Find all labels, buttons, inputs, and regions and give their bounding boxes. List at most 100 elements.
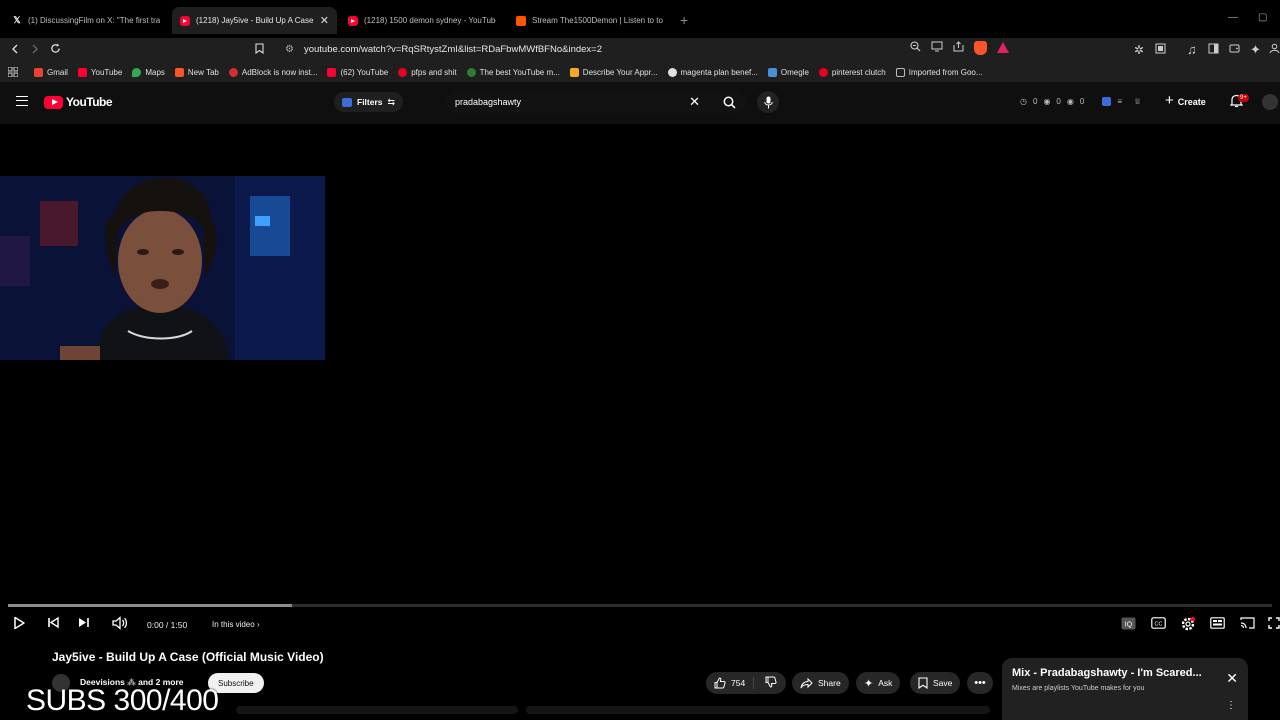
- like-button[interactable]: 754: [714, 677, 755, 689]
- clear-search-icon[interactable]: ✕: [689, 94, 700, 110]
- forward-icon[interactable]: [30, 41, 40, 59]
- url-text: youtube.com/watch?v=RqSRtystZmI&list=RDa…: [303, 44, 603, 55]
- browser-tab-3[interactable]: (1218) 1500 demon sydney - YouTube: [340, 7, 504, 34]
- next-button[interactable]: [77, 616, 90, 629]
- microphone-icon: [763, 96, 773, 108]
- captions-button[interactable]: CC: [1151, 617, 1166, 629]
- install-app-icon[interactable]: [931, 41, 943, 55]
- in-this-video-button[interactable]: In this video ›: [212, 620, 260, 629]
- minimize-icon[interactable]: —: [1228, 12, 1238, 23]
- google-icon: [667, 67, 677, 77]
- create-button[interactable]: + Create: [1165, 92, 1206, 109]
- bookmark-pinterest[interactable]: pinterest clutch: [818, 67, 886, 77]
- bookmark-maps[interactable]: Maps: [132, 67, 165, 77]
- iq-ext-button[interactable]: IQ: [1121, 617, 1136, 630]
- share-page-icon[interactable]: [953, 41, 964, 55]
- bookmark-magenta[interactable]: magenta plan benef...: [667, 67, 758, 77]
- leo-ai-icon[interactable]: ✦: [1250, 41, 1261, 59]
- iq-icon: IQ: [1121, 617, 1136, 630]
- tab-label: (1218) Jay5ive - Build Up A Case: [196, 16, 314, 25]
- chevron-right-icon: ›: [256, 620, 260, 629]
- bookmark-describe[interactable]: Describe Your Appr...: [569, 67, 658, 77]
- dislike-button[interactable]: [759, 676, 786, 690]
- new-tab-button[interactable]: +: [680, 12, 688, 28]
- bookmark-youtube[interactable]: YouTube: [77, 67, 122, 77]
- play-button[interactable]: [12, 616, 26, 630]
- search-input[interactable]: pradabagshawty: [455, 97, 689, 107]
- adblock-icon: [228, 67, 238, 77]
- account-avatar[interactable]: [1262, 94, 1278, 110]
- tab-label: (1218) 1500 demon sydney - YouTube: [364, 16, 496, 25]
- more-actions-button[interactable]: •••: [967, 672, 993, 694]
- brave-shields-icon[interactable]: [974, 41, 987, 55]
- search-button[interactable]: [712, 91, 746, 113]
- maximize-icon[interactable]: ▢: [1258, 12, 1267, 23]
- pinterest-icon: [818, 67, 828, 77]
- stat-value: 0: [1079, 97, 1085, 106]
- youtube-play-icon: [44, 95, 63, 109]
- bookmark-youtube-62[interactable]: (62) YouTube: [327, 67, 388, 77]
- mix-playlist-panel[interactable]: Mix - Pradabagshawty - I'm Scared... Mix…: [1002, 658, 1248, 720]
- award-icon[interactable]: ♕: [1134, 97, 1141, 106]
- share-label: Share: [818, 678, 841, 688]
- browser-tab-1[interactable]: 𝕏 (1) DiscussingFilm on X: "The first tr…: [4, 7, 168, 34]
- bookmark-imported[interactable]: Imported from Goo...: [895, 67, 983, 77]
- youtube-wordmark: YouTube: [66, 95, 113, 109]
- save-icon: [918, 677, 928, 689]
- like-count: 754: [731, 678, 746, 688]
- close-mix-icon[interactable]: ✕: [1226, 670, 1238, 687]
- back-icon[interactable]: [10, 41, 20, 59]
- more-horizontal-icon: •••: [974, 677, 986, 689]
- reload-icon[interactable]: [50, 41, 61, 59]
- browser-tab-4[interactable]: Stream The1500Demon | Listen to to: [508, 7, 672, 34]
- omegle-icon: [767, 67, 777, 77]
- bookmark-label: Maps: [145, 67, 165, 77]
- share-icon: [800, 677, 813, 688]
- browser-tab-2[interactable]: (1218) Jay5ive - Build Up A Case ✕: [172, 7, 337, 34]
- description-placeholder: [236, 706, 518, 714]
- bookmark-label: Imported from Goo...: [908, 67, 983, 77]
- bookmark-new-tab[interactable]: New Tab: [174, 67, 219, 77]
- site-info-icon[interactable]: ⚙: [285, 44, 294, 55]
- media-controls-icon[interactable]: ♫: [1187, 41, 1197, 59]
- youtube-logo[interactable]: YouTube: [44, 95, 113, 109]
- address-bar[interactable]: ⚙ youtube.com/watch?v=RqSRtystZmI&list=R…: [275, 39, 1015, 60]
- sliders-icon: ⇆: [387, 96, 396, 107]
- previous-button[interactable]: [47, 616, 60, 629]
- sidebar-icon[interactable]: [1208, 41, 1219, 59]
- hamburger-menu-icon[interactable]: [16, 96, 28, 106]
- maps-icon: [132, 67, 142, 77]
- bookmark-gmail[interactable]: Gmail: [34, 67, 68, 77]
- bookmark-icon[interactable]: [255, 41, 264, 59]
- volume-button[interactable]: [112, 616, 128, 630]
- mix-title: Mix - Pradabagshawty - I'm Scared...: [1012, 667, 1202, 679]
- settings-button[interactable]: [1180, 616, 1196, 632]
- video-frame[interactable]: [0, 176, 325, 360]
- bookmark-pfps[interactable]: pfps and shit: [398, 67, 457, 77]
- bookmark-adblock[interactable]: AdBlock is now inst...: [228, 67, 317, 77]
- share-button[interactable]: Share: [792, 672, 849, 694]
- bookmark-omegle[interactable]: Omegle: [767, 67, 809, 77]
- zoom-icon[interactable]: [910, 41, 921, 55]
- search-box[interactable]: pradabagshawty ✕: [446, 91, 746, 113]
- screenshot-icon[interactable]: [1155, 41, 1166, 59]
- ask-button[interactable]: ✦ Ask: [856, 672, 901, 694]
- filters-button[interactable]: Filters ⇆: [334, 92, 404, 112]
- profile-icon[interactable]: [1269, 41, 1280, 59]
- bookmark-label: Gmail: [47, 67, 68, 77]
- list-icon[interactable]: ≡: [1117, 97, 1122, 106]
- close-tab-icon[interactable]: ✕: [320, 14, 329, 27]
- bookmark-best-youtube[interactable]: The best YouTube m...: [466, 67, 560, 77]
- stat-value: 0: [1056, 97, 1061, 106]
- voice-search-button[interactable]: [757, 91, 779, 113]
- ext-icon[interactable]: [1102, 97, 1112, 106]
- miniplayer-button[interactable]: [1210, 617, 1225, 629]
- apps-icon[interactable]: [8, 67, 18, 77]
- wallet-icon[interactable]: [1229, 41, 1240, 59]
- cast-button[interactable]: [1240, 617, 1255, 629]
- extensions-icon[interactable]: ✲: [1134, 41, 1144, 59]
- save-button[interactable]: Save: [910, 672, 961, 694]
- fullscreen-button[interactable]: [1268, 617, 1280, 629]
- brave-rewards-icon[interactable]: [997, 42, 1009, 53]
- mix-more-icon[interactable]: ⋮: [1226, 700, 1236, 711]
